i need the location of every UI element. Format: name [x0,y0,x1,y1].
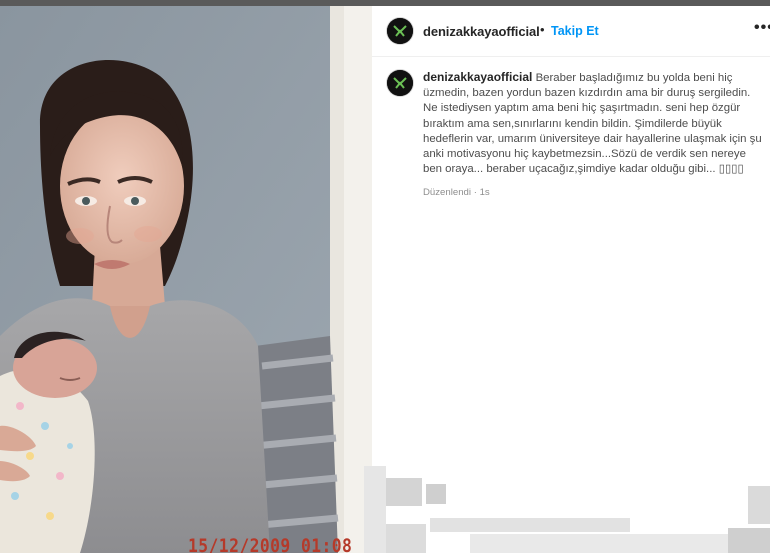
caption-avatar-icon [387,70,413,96]
caption-username[interactable]: denizakkayaofficial [423,70,532,84]
edited-label: Düzenlendi [423,187,472,199]
caption-body: denizakkayaofficial Beraber başladığımız… [423,70,766,201]
right-iris [131,197,139,205]
avatar-icon [387,18,413,44]
meta-separator: · [473,187,477,199]
left-cheek [66,228,94,244]
photo-illustration [0,6,372,553]
caption-meta: Düzenlendi · 1s [423,185,766,200]
caption-text: Beraber başladığımız bu yolda beni hiç ü… [423,72,762,176]
post-panel: denizakkayaofficial • Takip Et ••• deniz… [372,6,770,553]
post-photo[interactable]: 15/12/2009 01:08 [0,6,372,553]
post-username[interactable]: denizakkayaofficial [423,24,540,39]
right-cheek [134,226,162,242]
time-ago[interactable]: 1s [480,187,490,198]
caption-avatar[interactable] [387,70,413,96]
more-options-icon[interactable]: ••• [754,19,770,39]
photo-date-stamp: 15/12/2009 01:08 [188,535,353,553]
separator-dot: • [540,22,545,37]
screenshot-frame: 15/12/2009 01:08 denizakkayaofficial • T… [0,0,770,553]
follow-button[interactable]: Takip Et [548,20,602,42]
post-header: denizakkayaofficial • Takip Et ••• [372,6,770,57]
avatar[interactable] [387,18,413,44]
left-iris [82,197,90,205]
